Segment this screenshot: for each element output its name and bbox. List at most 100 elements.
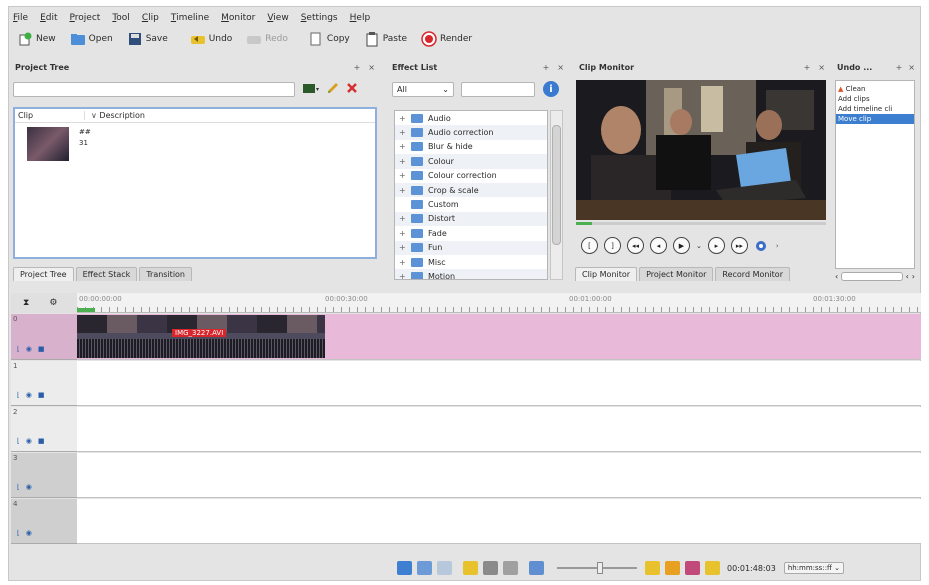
audio-icon[interactable]: ◉ — [26, 391, 32, 399]
zoom-slider[interactable] — [557, 562, 637, 574]
undo-button[interactable]: Undo — [186, 29, 237, 49]
menu-tool[interactable]: Tool — [112, 13, 129, 23]
video-icon[interactable]: ■ — [38, 437, 45, 445]
snap-icon[interactable] — [463, 561, 478, 575]
scroll-thumb[interactable] — [841, 271, 903, 281]
clip-item[interactable]: ## 31 — [27, 127, 91, 161]
track-header-2[interactable]: 2 ⌊ ◉ ■ — [11, 407, 77, 452]
menu-file[interactable]: File — [13, 13, 28, 23]
save-button[interactable]: Save — [123, 29, 172, 49]
timeline-clip[interactable]: IMG_3227.AVI — [77, 315, 325, 358]
audio-icon[interactable]: ◉ — [26, 529, 32, 537]
delete-clip-icon[interactable] — [346, 82, 358, 97]
effect-item[interactable]: + Fade — [395, 226, 547, 240]
tab-project-monitor[interactable]: Project Monitor — [639, 267, 714, 281]
transition-icon[interactable] — [705, 561, 720, 575]
close-pane-icon[interactable]: × — [818, 63, 825, 72]
lock-icon[interactable]: ⌊ — [17, 437, 20, 445]
effect-search-input[interactable] — [461, 82, 535, 97]
effect-item[interactable]: + Misc — [395, 255, 547, 269]
menu-monitor[interactable]: Monitor — [221, 13, 255, 23]
menu-project[interactable]: Project — [70, 13, 101, 23]
effect-item[interactable]: + Fun — [395, 240, 547, 255]
effect-item[interactable]: + Colour — [395, 154, 547, 169]
float-icon[interactable]: + — [543, 63, 550, 72]
scroll-right-icon[interactable]: › — [912, 272, 915, 281]
video-preview[interactable] — [576, 80, 826, 220]
tab-project-tree[interactable]: Project Tree — [13, 267, 74, 281]
undo-item[interactable]: Add clips — [836, 94, 914, 104]
zoom-icon[interactable] — [754, 240, 770, 252]
set-zone-end-icon[interactable]: ] — [604, 237, 621, 254]
set-zone-start-icon[interactable]: [ — [581, 237, 598, 254]
open-button[interactable]: Open — [66, 29, 117, 49]
tab-clip-monitor[interactable]: Clip Monitor — [575, 267, 638, 281]
effect-item[interactable]: + Colour correction — [395, 169, 547, 183]
tab-effect-stack[interactable]: Effect Stack — [75, 267, 138, 281]
track-header-1[interactable]: 1 ⌊ ◉ ■ — [11, 361, 77, 406]
menu-view[interactable]: View — [267, 13, 288, 23]
zoom-out-icon[interactable] — [645, 561, 660, 575]
audio-icon[interactable]: ◉ — [26, 345, 32, 353]
render-button[interactable]: Render — [417, 29, 476, 49]
effect-item[interactable]: + Blur & hide — [395, 140, 547, 154]
col-clip-header[interactable]: Clip — [15, 111, 85, 120]
float-icon[interactable]: + — [804, 63, 811, 72]
track-body-2[interactable] — [77, 407, 921, 452]
razor-tool-icon[interactable] — [483, 561, 498, 575]
col-description-header[interactable]: ∨ Description — [85, 111, 145, 120]
float-icon[interactable]: + — [896, 63, 903, 72]
lock-icon[interactable]: ⌊ — [17, 345, 20, 353]
markers-icon[interactable] — [685, 561, 700, 575]
effect-filter-select[interactable]: All ⌄ — [392, 82, 454, 97]
project-search-input[interactable] — [13, 82, 295, 97]
copy-button[interactable]: Copy — [304, 29, 354, 49]
tab-record-monitor[interactable]: Record Monitor — [715, 267, 790, 281]
spacer-tool-icon[interactable] — [503, 561, 518, 575]
video-icon[interactable]: ■ — [38, 345, 45, 353]
float-icon[interactable]: + — [354, 63, 361, 72]
effect-item[interactable]: + Crop & scale — [395, 182, 547, 198]
effect-item[interactable]: + Distort — [395, 211, 547, 227]
settings-icon[interactable]: ⚙ — [49, 298, 57, 308]
zone-marker[interactable] — [77, 308, 95, 312]
play-icon[interactable]: ▶ — [673, 237, 690, 254]
prev-snap-icon[interactable]: ◂◂ — [627, 237, 644, 254]
menu-edit[interactable]: Edit — [40, 13, 57, 23]
scroll-left-end-icon[interactable]: ‹ — [906, 272, 909, 281]
play-options-chevron-icon[interactable]: ⌄ — [696, 242, 702, 250]
track-body-0[interactable]: IMG_3227.AVI — [77, 314, 921, 360]
new-button[interactable]: New — [13, 29, 60, 49]
redo-button[interactable]: Redo — [242, 29, 292, 49]
time-format-select[interactable]: hh:mm:ss::ff ⌄ — [783, 562, 844, 574]
effect-item[interactable]: + Audio correction — [395, 125, 547, 140]
menu-help[interactable]: Help — [350, 13, 371, 23]
hourglass-icon[interactable]: ⧗ — [23, 298, 29, 308]
show-markers-icon[interactable] — [437, 561, 452, 575]
scroll-left-icon[interactable]: ‹ — [835, 272, 838, 281]
tab-transition[interactable]: Transition — [139, 267, 192, 281]
track-header-4[interactable]: 4 ⌊ ◉ — [11, 499, 77, 544]
more-options-icon[interactable]: › — [776, 242, 779, 250]
undo-item[interactable]: ▲ Clean — [836, 84, 914, 94]
forward-icon[interactable]: ▸ — [707, 237, 725, 254]
zoom-slider-handle[interactable] — [597, 562, 603, 574]
next-snap-icon[interactable]: ▸▸ — [730, 237, 748, 254]
effect-list-scrollbar[interactable] — [550, 110, 563, 280]
lock-icon[interactable]: ⌊ — [17, 483, 20, 491]
menu-settings[interactable]: Settings — [301, 13, 338, 23]
monitor-progress-bar[interactable] — [576, 222, 826, 225]
lock-icon[interactable]: ⌊ — [17, 391, 20, 399]
close-pane-icon[interactable]: × — [908, 63, 915, 72]
close-pane-icon[interactable]: × — [368, 63, 375, 72]
undo-scrollbar[interactable]: ‹ ‹ › — [835, 270, 915, 282]
track-body-4[interactable] — [77, 499, 921, 544]
timecode-display[interactable]: 00:01:48:03 — [727, 564, 776, 573]
effect-item[interactable]: + Audio — [395, 111, 547, 125]
zoom-in-icon[interactable] — [665, 561, 680, 575]
menu-clip[interactable]: Clip — [142, 13, 159, 23]
show-thumbnails-icon[interactable] — [397, 561, 412, 575]
undo-item[interactable]: Add timeline cli — [836, 104, 914, 114]
effect-item[interactable]: Custom — [395, 197, 547, 211]
scroll-thumb[interactable] — [552, 125, 561, 245]
